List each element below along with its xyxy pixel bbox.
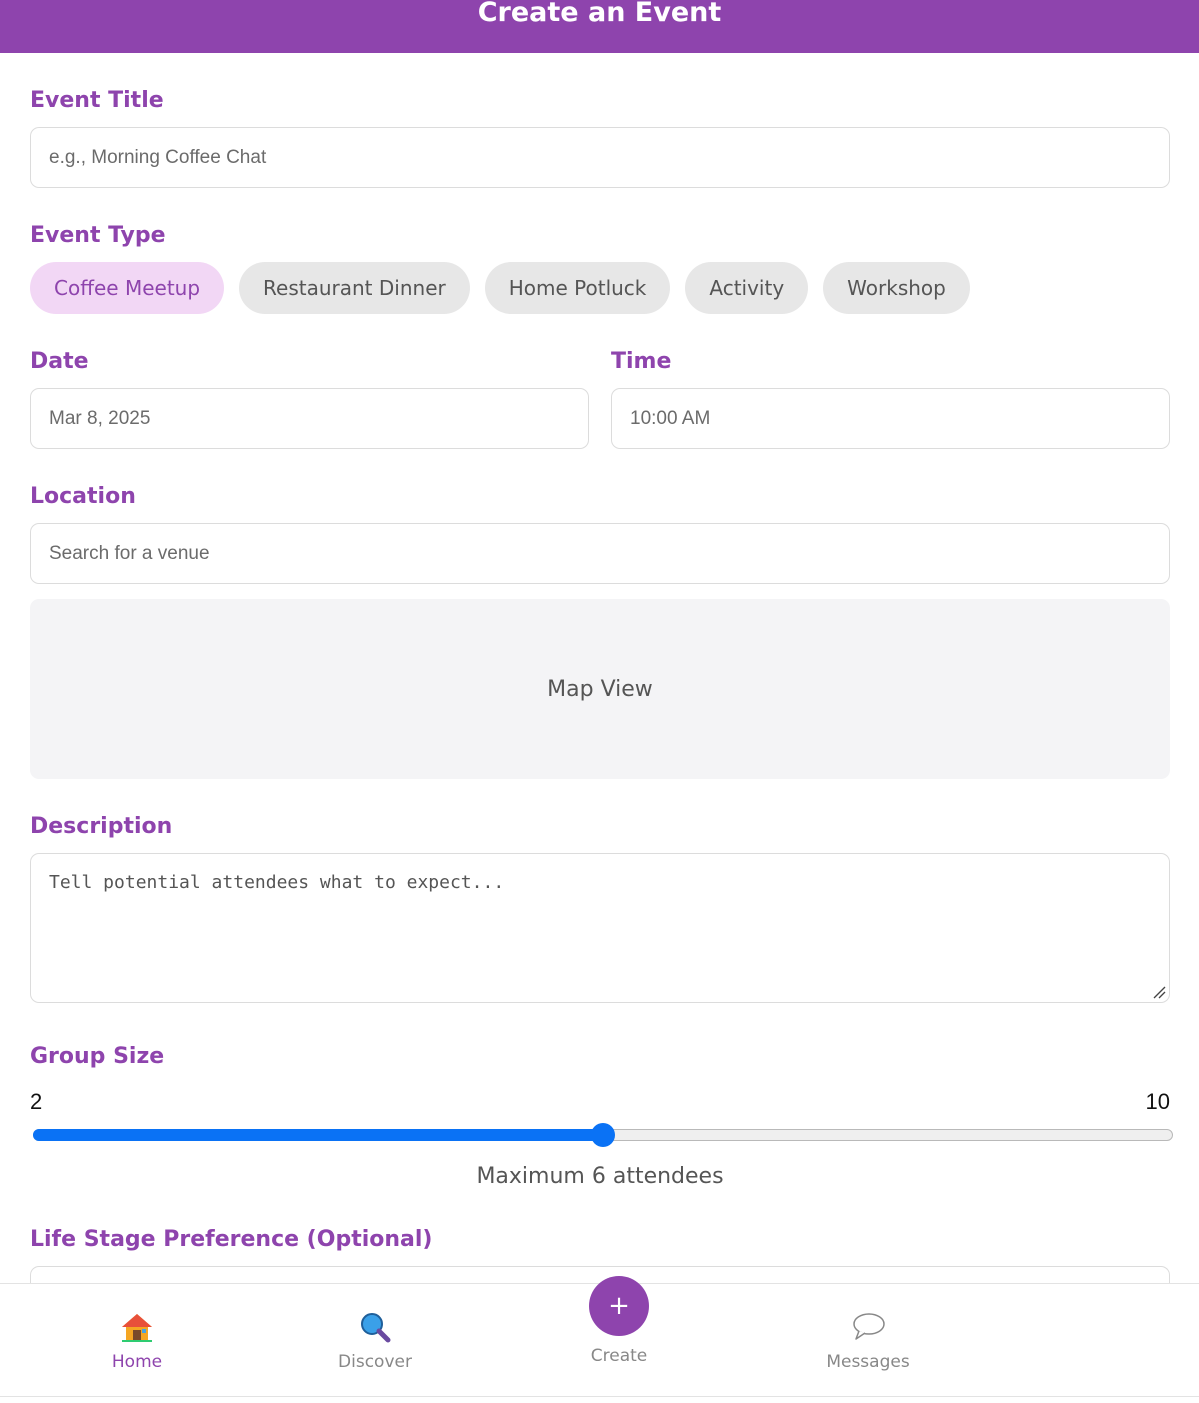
chip-workshop[interactable]: Workshop	[823, 262, 970, 314]
app-header: Create an Event	[0, 0, 1199, 53]
event-type-chips: Coffee Meetup Restaurant Dinner Home Pot…	[30, 262, 970, 314]
nav-home[interactable]: Home	[37, 1284, 237, 1398]
date-field[interactable]: Mar 8, 2025	[30, 388, 589, 449]
time-field[interactable]: 10:00 AM	[611, 388, 1170, 449]
life-stage-label: Life Stage Preference (Optional)	[30, 1227, 433, 1252]
group-size-max: 10	[1145, 1089, 1170, 1114]
slider-thumb[interactable]	[591, 1123, 615, 1147]
time-label: Time	[611, 349, 672, 374]
nav-messages[interactable]: Messages	[768, 1284, 968, 1398]
nav-discover-label: Discover	[338, 1352, 412, 1372]
magnifier-icon	[358, 1310, 392, 1344]
chip-restaurant-dinner[interactable]: Restaurant Dinner	[239, 262, 470, 314]
group-size-label: Group Size	[30, 1044, 165, 1069]
description-label: Description	[30, 814, 173, 839]
map-view[interactable]: Map View	[30, 599, 1170, 779]
date-label: Date	[30, 349, 89, 374]
group-size-slider[interactable]	[33, 1123, 1173, 1147]
nav-home-label: Home	[111, 1352, 163, 1372]
speech-bubble-icon	[851, 1310, 885, 1344]
page-title: Create an Event	[477, 0, 722, 28]
create-button[interactable]: +	[589, 1276, 649, 1336]
resize-handle-icon[interactable]	[1152, 985, 1166, 999]
event-title-field[interactable]	[30, 127, 1170, 188]
location-search-input[interactable]	[49, 542, 1169, 565]
house-icon	[120, 1310, 154, 1344]
group-size-min: 2	[30, 1089, 43, 1114]
map-view-label: Map View	[547, 676, 653, 702]
location-label: Location	[30, 484, 136, 509]
nav-create-label: Create	[590, 1346, 648, 1366]
date-value: Mar 8, 2025	[49, 407, 151, 429]
chip-coffee-meetup[interactable]: Coffee Meetup	[30, 262, 225, 314]
event-type-label: Event Type	[30, 223, 166, 248]
location-field[interactable]	[30, 523, 1170, 584]
event-title-input[interactable]	[49, 146, 1169, 169]
time-value: 10:00 AM	[630, 407, 711, 429]
chip-activity[interactable]: Activity	[685, 262, 809, 314]
plus-icon: +	[608, 1291, 630, 1321]
group-size-caption: Maximum 6 attendees	[476, 1164, 724, 1189]
chip-home-potluck[interactable]: Home Potluck	[484, 262, 671, 314]
nav-discover[interactable]: Discover	[275, 1284, 475, 1398]
nav-messages-label: Messages	[826, 1352, 910, 1372]
description-field[interactable]	[30, 853, 1170, 1003]
event-title-label: Event Title	[30, 88, 164, 113]
description-textarea[interactable]	[49, 872, 1151, 984]
slider-fill	[33, 1129, 603, 1141]
